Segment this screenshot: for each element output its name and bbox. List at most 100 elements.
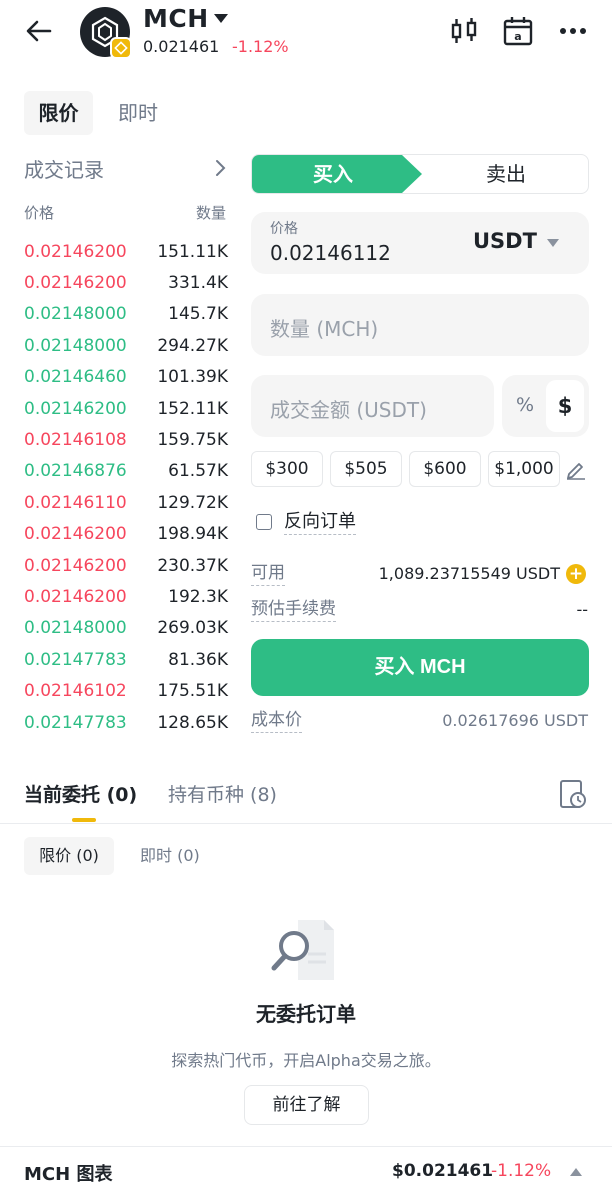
trade-record-qty: 152.11K (157, 398, 228, 419)
header-price: 0.021461 (143, 37, 220, 56)
trade-record-row: 0.02146876 61.57K (24, 456, 228, 487)
cost-price-value: 0.02617696 USDT (442, 711, 588, 730)
tab-holdings[interactable]: 持有币种 (8) (168, 780, 277, 807)
qty-column-header: 数量 (196, 204, 227, 222)
trade-record-qty: 175.51K (157, 681, 228, 702)
trade-record-row: 0.02148000 294.27K (24, 330, 228, 361)
expand-up-icon[interactable] (570, 1168, 582, 1176)
subtab-limit[interactable]: 限价 (0) (24, 837, 114, 875)
unit-percent-option[interactable]: % (516, 394, 534, 416)
trade-record-price: 0.02148000 (24, 335, 127, 356)
edit-pencil-icon[interactable] (565, 458, 587, 480)
trade-record-qty: 129.72K (157, 492, 228, 513)
tab-open-orders[interactable]: 当前委托 (0) (24, 780, 137, 807)
preset-button[interactable]: $505 (330, 451, 402, 487)
unit-dollar-option[interactable]: $ (546, 380, 584, 432)
subtab-market[interactable]: 即时 (0) (140, 837, 200, 875)
estimated-fee-label: 预估手续费 (251, 597, 336, 622)
buy-tab[interactable]: 买入 (252, 155, 422, 193)
chain-badge-icon (110, 37, 132, 59)
trade-record-row: 0.02146200 152.11K (24, 393, 228, 424)
trade-record-qty: 81.36K (168, 649, 228, 670)
trade-record-qty: 230.37K (157, 555, 228, 576)
price-column-header: 价格 (24, 204, 55, 222)
svg-text:a: a (514, 30, 521, 43)
chart-footer-change: -1.12% (491, 1161, 552, 1181)
sell-tab[interactable]: 卖出 (422, 155, 588, 193)
more-icon[interactable] (556, 14, 590, 48)
trade-record-row: 0.02146200 151.11K (24, 236, 228, 267)
order-history-icon[interactable] (558, 778, 588, 810)
trade-record-row: 0.02146460 101.39K (24, 362, 228, 393)
trade-record-qty: 101.39K (157, 367, 228, 388)
trade-record-row: 0.02146200 198.94K (24, 519, 228, 550)
trade-records-title[interactable]: 成交记录 (24, 154, 104, 183)
active-tab-indicator (72, 818, 96, 822)
trade-record-qty: 294.27K (157, 335, 228, 356)
buy-sell-toggle: 买入 卖出 (251, 154, 589, 194)
trade-record-price: 0.02148000 (24, 304, 127, 325)
tab-limit[interactable]: 限价 (24, 91, 93, 135)
estimated-fee-value: -- (576, 600, 588, 619)
trade-record-row: 0.02146200 331.4K (24, 267, 228, 298)
preset-amounts: $300 $505 $600 $1,000 (251, 451, 560, 487)
chart-footer-bar[interactable]: MCH 图表 $0.021461 -1.12% (0, 1146, 612, 1200)
trade-record-qty: 198.94K (157, 524, 228, 545)
trade-records-list: 0.02146200 151.11K 0.02146200 331.4K 0.02148… (24, 236, 228, 738)
preset-button[interactable]: $1,000 (488, 451, 560, 487)
cost-price-label: 成本价 (251, 708, 302, 733)
available-value: 1,089.23715549 USDT (378, 564, 560, 583)
trade-record-price: 0.02146200 (24, 555, 127, 576)
trade-record-qty: 61.57K (168, 461, 228, 482)
trade-record-qty: 269.03K (157, 618, 228, 639)
add-funds-icon[interactable]: + (566, 564, 586, 584)
trade-record-row: 0.02146200 230.37K (24, 550, 228, 581)
chart-footer-price: $0.021461 (392, 1161, 494, 1181)
trade-record-qty: 128.65K (157, 712, 228, 733)
price-field[interactable]: 价格 0.02146112 USDT (251, 212, 589, 274)
empty-title: 无委托订单 (256, 1002, 356, 1026)
trade-record-price: 0.02148000 (24, 618, 127, 639)
chevron-right-icon[interactable] (210, 156, 230, 180)
price-field-label: 价格 (270, 221, 298, 237)
trade-record-row: 0.02146102 175.51K (24, 675, 228, 706)
trade-record-qty: 159.75K (157, 430, 228, 451)
reverse-order-label[interactable]: 反向订单 (284, 510, 356, 535)
trade-record-price: 0.02146200 (24, 273, 127, 294)
calendar-alpha-icon[interactable]: a (501, 14, 535, 48)
divider (0, 823, 612, 824)
preset-button[interactable]: $600 (409, 451, 481, 487)
quantity-field[interactable]: 数量 (MCH) (251, 294, 589, 356)
trade-record-qty: 192.3K (168, 586, 228, 607)
trade-record-row: 0.02147783 128.65K (24, 707, 228, 738)
reverse-order-checkbox[interactable] (256, 514, 272, 530)
token-symbol[interactable]: MCH (143, 4, 209, 33)
trade-record-price: 0.02146200 (24, 586, 127, 607)
tab-market[interactable]: 即时 (118, 91, 158, 135)
trade-record-row: 0.02146108 159.75K (24, 424, 228, 455)
trade-record-row: 0.02147783 81.36K (24, 644, 228, 675)
explore-button[interactable]: 前往了解 (244, 1085, 369, 1125)
trade-record-price: 0.02146102 (24, 681, 127, 702)
trade-record-price: 0.02146108 (24, 430, 127, 451)
top-bar: MCH 0.021461 -1.12% a (0, 0, 612, 64)
trade-record-row: 0.02148000 269.03K (24, 613, 228, 644)
trade-record-row: 0.02146200 192.3K (24, 581, 228, 612)
amount-field[interactable]: 成交金额 (USDT) (251, 375, 494, 437)
candlestick-icon[interactable] (447, 14, 481, 48)
symbol-dropdown-icon[interactable] (214, 14, 228, 23)
back-arrow-icon[interactable] (22, 14, 56, 48)
buy-submit-button[interactable]: 买入 MCH (251, 639, 589, 696)
preset-button[interactable]: $300 (251, 451, 323, 487)
trade-record-price: 0.02146200 (24, 524, 127, 545)
trade-record-price: 0.02146460 (24, 367, 127, 388)
trade-record-price: 0.02146200 (24, 241, 127, 262)
currency-dropdown-icon[interactable] (547, 239, 559, 247)
trade-record-qty: 151.11K (157, 241, 228, 262)
quote-currency-select[interactable]: USDT (473, 229, 537, 253)
empty-search-icon (271, 920, 334, 980)
price-field-value[interactable]: 0.02146112 (270, 241, 391, 265)
chart-footer-title: MCH 图表 (24, 1164, 113, 1185)
trade-record-price: 0.02147783 (24, 712, 127, 733)
trade-record-qty: 145.7K (168, 304, 228, 325)
